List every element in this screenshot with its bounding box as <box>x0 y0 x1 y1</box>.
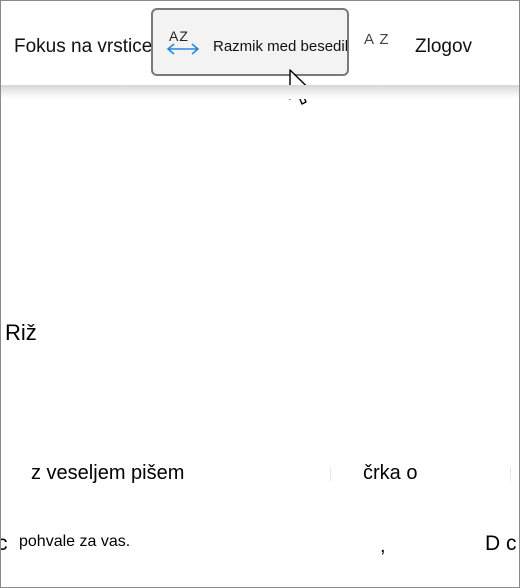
text-divider <box>330 467 331 481</box>
toolbar-shadow <box>1 85 519 99</box>
text-spacing-label: Razmik med besedilom <box>213 38 349 55</box>
text-fragment: pohvale za vas. <box>19 533 131 550</box>
text-spacing-icon: A Z <box>364 31 390 48</box>
toolbar: Fokus na vrstice A Z Zlogov AZ Razmik me… <box>1 1 519 105</box>
text-divider <box>510 467 511 481</box>
line-focus-button[interactable]: Fokus na vrstice <box>14 36 152 58</box>
text-fragment: c <box>1 532 8 556</box>
text-fragment: črka o <box>363 462 418 484</box>
text-spacing-button[interactable]: AZ Razmik med besedilom <box>151 8 349 76</box>
double-arrow-icon <box>166 43 200 55</box>
immersive-reader-window: Fokus na vrstice A Z Zlogov AZ Razmik me… <box>0 0 520 588</box>
text-fragment: Riž <box>5 320 37 345</box>
text-spacing-icon: AZ <box>165 28 201 62</box>
reading-area: Riž z veseljem pišem črka o c pohvale za… <box>1 99 519 587</box>
text-fragment: z veseljem pišem <box>31 462 185 484</box>
text-fragment: , <box>380 535 386 557</box>
syllables-button[interactable]: Zlogov <box>415 36 472 58</box>
text-fragment: D c <box>485 532 517 555</box>
